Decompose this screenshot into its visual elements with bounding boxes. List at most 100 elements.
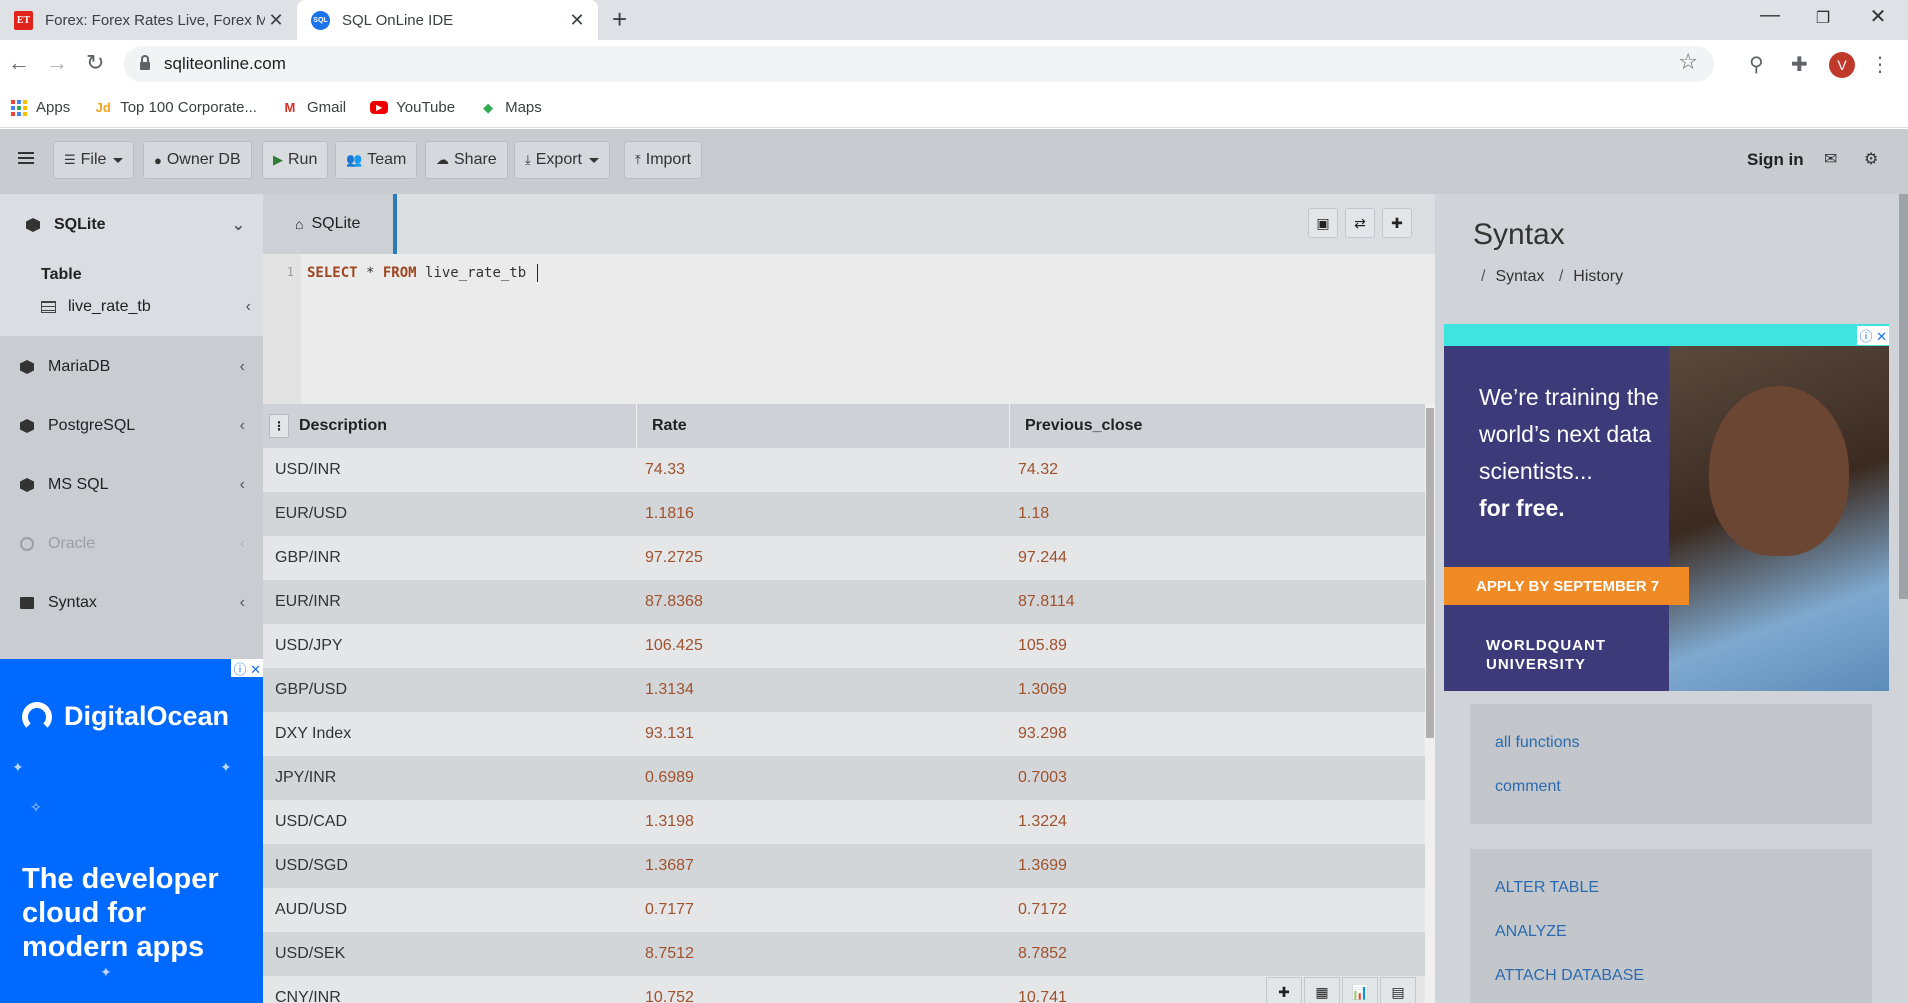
table-view-icon[interactable]: ▦ — [1304, 977, 1340, 1003]
new-tab-icon[interactable]: + — [612, 4, 627, 35]
hamburger-menu-icon[interactable] — [18, 152, 34, 164]
forward-icon[interactable]: → — [46, 50, 68, 76]
sidebar-item-postgresql[interactable]: PostgreSQL ‹ — [0, 401, 263, 451]
sidebar-item-syntax[interactable]: Syntax ‹ — [0, 578, 263, 628]
table-row[interactable]: EUR/INR 87.8368 87.8114 — [263, 580, 1425, 624]
table-row[interactable]: JPY/INR 0.6989 0.7003 — [263, 756, 1425, 800]
team-button[interactable]: 👥 Team — [335, 141, 418, 179]
sql-code-line[interactable]: SELECT * FROM live_rate_tb — [307, 264, 538, 282]
close-tab-icon[interactable]: ✕ — [265, 10, 287, 31]
extension-icon[interactable]: ⚲ — [1749, 52, 1764, 77]
profile-avatar[interactable]: V — [1829, 52, 1855, 78]
column-header-previous-close[interactable]: Previous_close — [1010, 404, 1425, 448]
bookmark-label: YouTube — [396, 99, 456, 116]
bookmark-apps[interactable]: Apps — [10, 99, 70, 117]
refresh-icon[interactable]: ⇄ — [1345, 208, 1375, 238]
link-all-functions[interactable]: all functions — [1495, 734, 1580, 752]
chart-view-icon[interactable]: 📊 — [1342, 977, 1378, 1003]
table-row[interactable]: CNY/INR 10.752 10.741 — [263, 976, 1425, 1003]
column-menu-icon[interactable]: ⋮ — [269, 414, 289, 438]
restore-icon[interactable]: ❐ — [1803, 8, 1843, 28]
omnibox[interactable]: sqliteonline.com ☆ — [124, 46, 1714, 82]
bookmark-youtube[interactable]: ▶ YouTube — [370, 99, 455, 116]
table-row[interactable]: AUD/USD 0.7177 0.7172 — [263, 888, 1425, 932]
browser-tab-forex[interactable]: ET Forex: Forex Rates Live, Forex Ma ✕ — [0, 0, 297, 40]
add-tab-icon[interactable]: ✚ — [1382, 208, 1412, 238]
column-header-label: Previous_close — [1025, 417, 1143, 434]
chevron-left-icon: ‹ — [239, 476, 245, 493]
export-menu-button[interactable]: ⤓ Export — [514, 141, 610, 179]
table-row[interactable]: USD/SGD 1.3687 1.3699 — [263, 844, 1425, 888]
panel-scrollbar[interactable] — [1899, 194, 1908, 599]
browser-menu-icon[interactable]: ⋮ — [1870, 52, 1890, 77]
bookmark-maps[interactable]: ◆ Maps — [479, 99, 542, 117]
run-button[interactable]: ▶ Run — [262, 141, 329, 179]
table-row[interactable]: GBP/INR 97.2725 97.244 — [263, 536, 1425, 580]
ad-choices-icon[interactable]: ⓘ ✕ — [231, 659, 263, 677]
link-alter-table[interactable]: ALTER TABLE — [1495, 879, 1599, 897]
breadcrumb-syntax[interactable]: Syntax — [1495, 268, 1544, 285]
mail-icon[interactable]: ✉ — [1824, 149, 1837, 169]
ad-top-strip: ⓘ ✕ — [1444, 324, 1889, 346]
person-photo — [1709, 386, 1849, 556]
minimize-icon[interactable]: — — [1750, 4, 1790, 27]
close-tab-icon[interactable]: ✕ — [566, 10, 588, 31]
url-text[interactable]: sqliteonline.com — [164, 54, 286, 74]
add-row-icon[interactable]: ✚ — [1266, 977, 1302, 1003]
puzzle-extensions-icon[interactable]: ✚ — [1791, 52, 1808, 77]
browser-tab-sqlonline[interactable]: SQL SQL OnLine IDE ✕ — [297, 0, 598, 40]
lock-icon — [140, 55, 150, 70]
ad-choices-icon[interactable]: ⓘ ✕ — [1857, 326, 1889, 345]
link-attach-database[interactable]: ATTACH DATABASE — [1495, 967, 1644, 985]
settings-gear-icon[interactable]: ⚙ — [1864, 149, 1878, 169]
bookmark-star-icon[interactable]: ☆ — [1678, 49, 1698, 75]
table-row[interactable]: GBP/USD 1.3134 1.3069 — [263, 668, 1425, 712]
cell-rate: 97.2725 — [645, 549, 703, 566]
tab-title: SQL OnLine IDE — [342, 11, 454, 29]
grid-scrollbar-thumb[interactable] — [1426, 408, 1434, 738]
table-row[interactable]: USD/CAD 1.3198 1.3224 — [263, 800, 1425, 844]
owner-db-button[interactable]: ● Owner DB — [143, 141, 252, 179]
column-header-description[interactable]: ⋮ Description — [263, 404, 637, 448]
globe-icon: ● — [154, 152, 162, 168]
link-analyze[interactable]: ANALYZE — [1495, 923, 1567, 941]
sidebar-item-label: Oracle — [48, 535, 96, 552]
worldquant-ad[interactable]: ⓘ ✕ We’re training the world’s next data… — [1444, 324, 1889, 691]
tab-title: Forex: Forex Rates Live, Forex Ma — [45, 11, 265, 29]
table-item-live-rate-tb[interactable]: live_rate_tb ‹ — [41, 294, 251, 320]
import-button[interactable]: ⤒ Import — [624, 141, 703, 179]
cell-previous-close: 93.298 — [1018, 725, 1067, 742]
back-icon[interactable]: ← — [8, 50, 30, 76]
sidebar-item-mariadb[interactable]: MariaDB ‹ — [0, 342, 263, 392]
cell-previous-close: 8.7852 — [1018, 945, 1067, 962]
share-button[interactable]: ☁ Share — [425, 141, 508, 179]
table-row[interactable]: EUR/USD 1.1816 1.18 — [263, 492, 1425, 536]
sidebar-item-mssql[interactable]: MS SQL ‹ — [0, 460, 263, 510]
save-icon[interactable]: ▣ — [1308, 208, 1338, 238]
link-comment[interactable]: comment — [1495, 778, 1561, 796]
grid-scrollbar[interactable] — [1425, 404, 1435, 1003]
table-row[interactable]: DXY Index 93.131 93.298 — [263, 712, 1425, 756]
file-menu-button[interactable]: ☰ File — [53, 141, 135, 179]
ad-line: We’re training the world’s next data sci… — [1479, 384, 1659, 484]
column-header-rate[interactable]: Rate — [637, 404, 1010, 448]
table-row[interactable]: USD/INR 74.33 74.32 — [263, 448, 1425, 492]
sql-editor[interactable]: 1 SELECT * FROM live_rate_tb — [263, 254, 1435, 404]
sidebar-item-sqlite[interactable]: SQLite ⌄ — [0, 200, 263, 250]
editor-tab-sqlite[interactable]: ⌂ SQLite — [263, 194, 397, 254]
digitalocean-ad[interactable]: ⓘ ✕ DigitalOcean ✦ ✦ ✧ ✦ The developer c… — [0, 659, 263, 1003]
bookmark-top100[interactable]: Jd Top 100 Corporate... — [94, 99, 257, 117]
book-view-icon[interactable]: ▤ — [1380, 977, 1416, 1003]
breadcrumb-history[interactable]: History — [1573, 268, 1623, 285]
bookmark-gmail[interactable]: M Gmail — [281, 99, 347, 117]
sign-in-link[interactable]: Sign in — [1747, 150, 1804, 170]
close-window-icon[interactable]: ✕ — [1858, 4, 1898, 29]
cell-description: USD/CAD — [275, 813, 348, 830]
ad-apply-banner[interactable]: APPLY BY SEPTEMBER 7 — [1444, 567, 1689, 605]
table-row[interactable]: USD/SEK 8.7512 8.7852 — [263, 932, 1425, 976]
table-row[interactable]: USD/JPY 106.425 105.89 — [263, 624, 1425, 668]
result-grid: ⋮ Description Rate Previous_close USD/IN… — [263, 404, 1425, 1003]
bookmark-label: Apps — [36, 99, 71, 116]
chevron-left-icon: ‹ — [245, 298, 251, 315]
reload-icon[interactable]: ↻ — [86, 50, 104, 76]
